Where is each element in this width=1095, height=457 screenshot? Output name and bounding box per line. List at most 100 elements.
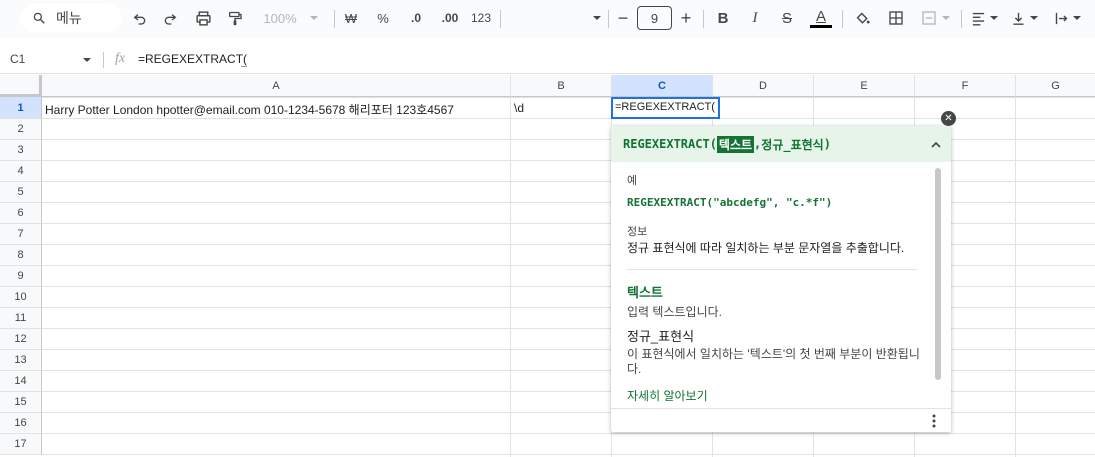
minus-symbol: − bbox=[617, 7, 629, 28]
row-header[interactable]: 4 bbox=[0, 161, 42, 182]
column-header-g[interactable]: G bbox=[1016, 75, 1095, 97]
help-body: 예 REGEXEXTRACT("abcdefg", "c.*f") 정보 정규 … bbox=[611, 162, 951, 408]
column-header-a[interactable]: A bbox=[42, 75, 511, 97]
percent-format-button[interactable]: % bbox=[372, 4, 394, 32]
row-header[interactable]: 9 bbox=[0, 266, 42, 287]
undo-button[interactable] bbox=[128, 4, 152, 32]
decrease-font-size-button[interactable]: − bbox=[614, 4, 632, 32]
info-text: 정규 표현식에 따라 일치하는 부분 문자열을 추출합니다. bbox=[627, 241, 905, 255]
italic-label: I bbox=[752, 9, 758, 26]
row-header[interactable]: 5 bbox=[0, 182, 42, 203]
cell-c1-editor[interactable]: =REGEXEXTRACT( bbox=[611, 97, 720, 119]
chevron-up-icon[interactable] bbox=[930, 139, 942, 151]
divider bbox=[842, 10, 843, 28]
param1-name: 텍스트 bbox=[627, 285, 663, 300]
search-icon bbox=[33, 12, 45, 24]
param2-name: 정규_표현식 bbox=[627, 329, 695, 344]
cell-a1[interactable]: Harry Potter London hpotter@email.com 01… bbox=[42, 97, 511, 119]
function-arg: 정규_표현식 bbox=[761, 137, 824, 152]
font-family-select[interactable] bbox=[506, 4, 602, 32]
function-name: REGEXEXTRACT( bbox=[623, 137, 717, 151]
chevron-down-icon bbox=[593, 16, 601, 20]
select-all-corner[interactable] bbox=[0, 75, 42, 97]
divider bbox=[103, 52, 104, 68]
horizontal-align-button[interactable] bbox=[968, 4, 1002, 32]
vertical-align-button[interactable] bbox=[1008, 4, 1042, 32]
column-header-c[interactable]: C bbox=[612, 75, 713, 97]
merge-cells-button[interactable] bbox=[916, 4, 956, 32]
plus-symbol: + bbox=[680, 7, 692, 28]
row-header[interactable]: 2 bbox=[0, 119, 42, 140]
text-color-button[interactable]: A bbox=[808, 4, 834, 32]
redo-icon bbox=[164, 14, 177, 25]
print-icon bbox=[195, 10, 211, 26]
merge-cells-icon bbox=[922, 11, 936, 25]
divider bbox=[703, 10, 704, 28]
row-header[interactable]: 13 bbox=[0, 350, 42, 371]
row-header[interactable]: 17 bbox=[0, 434, 42, 455]
text-wrap-button[interactable] bbox=[1048, 4, 1088, 32]
bold-button[interactable]: B bbox=[712, 4, 734, 32]
grid-column-lines bbox=[1015, 97, 1016, 457]
name-box[interactable]: C1 bbox=[10, 52, 25, 66]
print-button[interactable] bbox=[190, 4, 216, 32]
increase-decimal-label: .00 bbox=[441, 11, 459, 25]
decrease-decimal-button[interactable]: .0 bbox=[402, 4, 430, 32]
row-header[interactable]: 14 bbox=[0, 371, 42, 392]
function-signature[interactable]: REGEXEXTRACT(텍스트, 정규_표현식) bbox=[611, 126, 951, 162]
row-header[interactable]: 3 bbox=[0, 140, 42, 161]
italic-button[interactable]: I bbox=[744, 4, 766, 32]
paint-format-button[interactable] bbox=[222, 4, 248, 32]
zoom-select[interactable]: 100% bbox=[256, 4, 326, 32]
column-header-d[interactable]: D bbox=[713, 75, 814, 97]
cell-b1[interactable]: \d bbox=[511, 97, 612, 119]
chevron-down-icon bbox=[1073, 16, 1081, 20]
zoom-value: 100% bbox=[263, 10, 297, 26]
row-header[interactable]: 6 bbox=[0, 203, 42, 224]
row-header[interactable]: 12 bbox=[0, 329, 42, 350]
borders-icon bbox=[889, 11, 903, 25]
menu-search[interactable]: 메뉴 bbox=[20, 4, 122, 32]
chevron-down-icon[interactable] bbox=[82, 55, 92, 65]
row-header-1[interactable]: 1 bbox=[0, 97, 42, 119]
divider bbox=[961, 10, 962, 28]
undo-icon bbox=[133, 14, 146, 25]
menu-label: 메뉴 bbox=[56, 10, 82, 26]
text-color-swatch bbox=[810, 24, 832, 28]
divider bbox=[608, 10, 609, 28]
column-header-e[interactable]: E bbox=[814, 75, 915, 97]
row-header[interactable]: 7 bbox=[0, 224, 42, 245]
increase-font-size-button[interactable]: + bbox=[677, 4, 695, 32]
number-format-button[interactable]: 123 bbox=[468, 4, 494, 32]
function-help-panel: REGEXEXTRACT(텍스트, 정규_표현식) 예 REGEXEXTRACT… bbox=[611, 126, 951, 432]
row-header[interactable]: 10 bbox=[0, 287, 42, 308]
font-size-input[interactable]: 9 bbox=[637, 6, 672, 30]
row-header[interactable]: 16 bbox=[0, 413, 42, 434]
divider bbox=[500, 10, 501, 28]
column-header-b[interactable]: B bbox=[511, 75, 612, 97]
chevron-down-icon bbox=[942, 16, 950, 20]
paint-format-icon bbox=[229, 11, 242, 25]
scrollbar[interactable] bbox=[935, 168, 941, 380]
row-header[interactable]: 8 bbox=[0, 245, 42, 266]
row-header[interactable]: 15 bbox=[0, 392, 42, 413]
paint-bucket-icon bbox=[856, 12, 870, 24]
learn-more-link[interactable]: 자세히 알아보기 bbox=[627, 387, 935, 404]
column-header-f[interactable]: F bbox=[915, 75, 1016, 97]
help-footer bbox=[611, 408, 951, 432]
divider bbox=[627, 269, 917, 270]
strikethrough-button[interactable]: S bbox=[776, 4, 798, 32]
redo-button[interactable] bbox=[158, 4, 182, 32]
fill-color-button[interactable] bbox=[850, 4, 874, 32]
more-vert-icon[interactable] bbox=[928, 414, 940, 428]
row-header[interactable]: 11 bbox=[0, 308, 42, 329]
chevron-down-icon bbox=[990, 16, 998, 20]
number-format-label: 123 bbox=[470, 11, 492, 25]
info-label: 정보 bbox=[627, 226, 648, 238]
currency-format-button[interactable]: ₩ bbox=[340, 4, 362, 32]
example-label: 예 bbox=[627, 175, 638, 187]
increase-decimal-button[interactable]: .00 bbox=[434, 4, 466, 32]
close-icon[interactable]: ✕ bbox=[941, 111, 956, 126]
formula-input[interactable]: =REGEXEXTRACT( bbox=[138, 52, 247, 66]
borders-button[interactable] bbox=[884, 4, 908, 32]
